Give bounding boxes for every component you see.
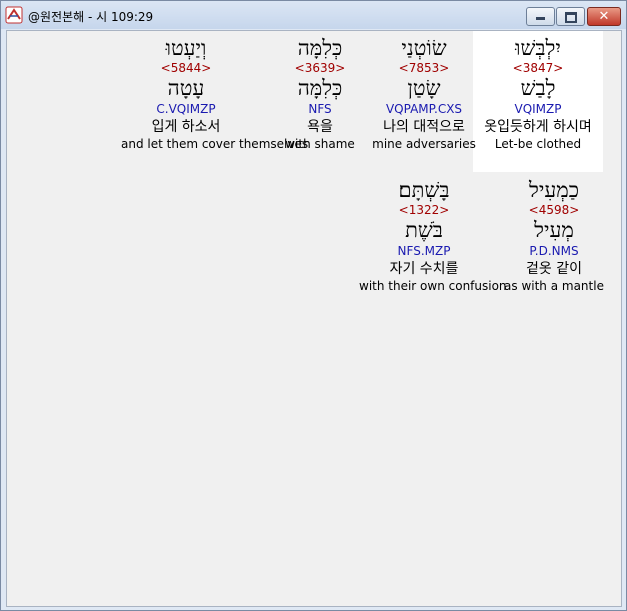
close-button[interactable]: ✕ — [587, 7, 621, 26]
hebrew-lemma: לָבַשׁ — [520, 76, 556, 100]
hebrew-word: וְיַעְטוּ — [165, 36, 207, 60]
morphology-code: VQIMZP — [514, 102, 562, 116]
word-block[interactable]: בָּשְׁתָּם׃ <1322> בֹּשֶׁת NFS.MZP 자기 수치… — [359, 173, 507, 294]
interlinear-panel: יִלְבְּשׁוּ <3847> לָבַשׁ VQIMZP 옷입듯하게 하… — [6, 30, 622, 607]
hebrew-lemma: עָטָה — [167, 76, 205, 100]
word-block[interactable]: כְּלִמָּה <3639> כְּלִמָּה NFS 욕을 with s… — [255, 31, 385, 152]
english-gloss: Let-be clothed — [494, 137, 582, 151]
strong-number[interactable]: <3847> — [473, 60, 603, 76]
morphology-code: C.VQIMZP — [156, 102, 216, 116]
minimize-icon — [536, 17, 545, 20]
hebrew-lemma: בֹּשֶׁת — [405, 218, 443, 242]
close-icon: ✕ — [598, 9, 610, 24]
morphology-code: P.D.NMS — [529, 244, 579, 258]
korean-gloss: 겉옷 같이 — [526, 261, 582, 277]
hebrew-word: כַמְעִיל — [529, 178, 579, 202]
strong-number[interactable]: <5844> — [121, 60, 251, 76]
hebrew-lemma: כְּלִמָּה — [297, 76, 343, 100]
hebrew-word: כְּלִמָּה — [297, 36, 343, 60]
word-block[interactable]: וְיַעְטוּ <5844> עָטָה C.VQIMZP 입게 하소서 a… — [121, 31, 309, 152]
english-gloss: with their own confusion — [359, 279, 507, 293]
word-block[interactable]: יִלְבְּשׁוּ <3847> לָבַשׁ VQIMZP 옷입듯하게 하… — [473, 31, 603, 172]
strong-number[interactable]: <3639> — [255, 60, 385, 76]
korean-gloss: 자기 수치를 — [389, 261, 459, 277]
strong-number[interactable]: <4598> — [489, 202, 619, 218]
morphology-code: NFS — [308, 102, 332, 116]
korean-gloss: 욕을 — [307, 119, 333, 135]
hebrew-lemma: מְעִיל — [534, 218, 574, 242]
english-gloss: as with a mantle — [504, 279, 604, 293]
window-title: @원전본해 - 시 109:29 — [28, 10, 154, 24]
app-window: @원전본해 - 시 109:29 ✕ יִלְבְּשׁוּ <3847> לָ… — [0, 0, 627, 611]
english-gloss: and let them cover themselves — [121, 137, 309, 151]
hebrew-word: בָּשְׁתָּם׃ — [398, 178, 450, 202]
korean-gloss: 옷입듯하게 하시며 — [484, 119, 592, 135]
minimize-button[interactable] — [526, 7, 555, 26]
title-bar[interactable]: @원전본해 - 시 109:29 ✕ — [1, 1, 626, 29]
strong-number[interactable]: <1322> — [359, 202, 489, 218]
word-block[interactable]: כַמְעִיל <4598> מְעִיל P.D.NMS 겉옷 같이 as … — [489, 173, 619, 294]
korean-gloss: 입게 하소서 — [151, 119, 221, 135]
maximize-icon — [565, 12, 577, 23]
hebrew-word: יִלְבְּשׁוּ — [515, 36, 561, 60]
bible-app-icon — [5, 6, 23, 24]
maximize-button[interactable] — [556, 7, 585, 26]
morphology-code: NFS.MZP — [397, 244, 451, 258]
